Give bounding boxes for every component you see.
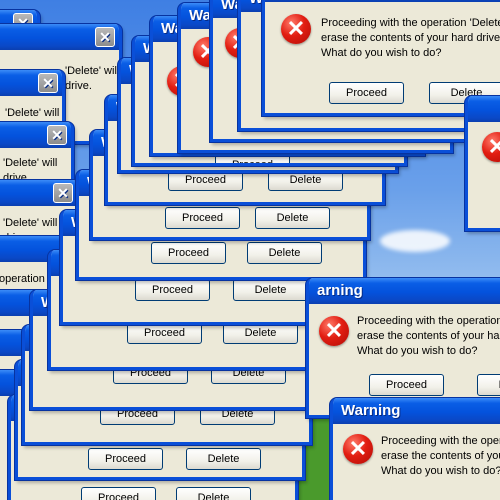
message-line: 'Delete' will bbox=[3, 157, 58, 169]
delete-button[interactable]: Delete bbox=[186, 448, 261, 470]
delete-button[interactable]: Delete bbox=[233, 279, 308, 301]
message-line: drive. bbox=[65, 80, 92, 92]
message-line: erase the contents of your hard d bbox=[357, 330, 500, 342]
title-bar[interactable] bbox=[468, 96, 500, 122]
close-button[interactable]: ✕ bbox=[53, 183, 73, 203]
title-bar[interactable]: ✕ bbox=[0, 122, 71, 148]
title-bar[interactable]: ✕ bbox=[0, 24, 119, 50]
proceed-button[interactable]: Proceed bbox=[127, 322, 202, 344]
error-icon: ✕ bbox=[281, 14, 311, 44]
message-line: 'Delete' will bbox=[3, 217, 58, 229]
delete-button[interactable]: Delete bbox=[255, 207, 330, 229]
window-title: arning bbox=[317, 282, 363, 299]
title-bar[interactable]: ✕ bbox=[0, 70, 62, 96]
window-title: Warning bbox=[341, 402, 401, 419]
title-bar[interactable]: ✕ bbox=[0, 180, 77, 206]
close-button[interactable]: ✕ bbox=[38, 73, 58, 93]
delete-button[interactable]: Delete bbox=[223, 322, 298, 344]
desktop-wallpaper: W✕ ✕ ✕ 'Delete' willdrive. ✕ 'Delete' wi… bbox=[0, 0, 500, 500]
error-icon: ✕ bbox=[319, 316, 349, 346]
error-icon: ✕ bbox=[482, 132, 500, 162]
message-line: erase the contents of your hard drive. bbox=[321, 32, 500, 44]
proceed-button[interactable]: Proceed bbox=[135, 279, 210, 301]
message-line: 'Delete' will bbox=[5, 107, 60, 119]
proceed-button[interactable]: Proceed bbox=[165, 207, 240, 229]
delete-button[interactable]: Delete bbox=[477, 374, 500, 396]
title-bar[interactable]: arning bbox=[309, 278, 500, 304]
message-line: What do you wish to do? bbox=[357, 345, 478, 357]
close-button[interactable]: ✕ bbox=[47, 125, 67, 145]
message-line: What do you wish to do? bbox=[321, 47, 442, 59]
proceed-button[interactable]: Proceed bbox=[329, 82, 404, 104]
message-line: What do you wish to do? bbox=[381, 465, 500, 477]
warning-window: Warning ✕ Proceeding with the operation … bbox=[330, 398, 500, 500]
warning-window: Warning ✕ Proceeding with the operation … bbox=[262, 0, 500, 116]
title-bar[interactable]: Warning bbox=[333, 398, 500, 424]
warning-window: arning ✕ Proceeding with the operation '… bbox=[306, 278, 500, 418]
message-line: Proceeding with the operation 'Delete' w… bbox=[357, 315, 500, 327]
delete-button[interactable]: Delete bbox=[176, 487, 251, 500]
message-line: Proceeding with the operation 'Delete' w… bbox=[381, 435, 500, 447]
proceed-button[interactable]: Proceed bbox=[151, 242, 226, 264]
proceed-button[interactable]: Proceed bbox=[88, 448, 163, 470]
warning-window: ✕ bbox=[465, 96, 500, 231]
delete-button[interactable]: Delete bbox=[247, 242, 322, 264]
proceed-button[interactable]: Proceed bbox=[81, 487, 156, 500]
proceed-button[interactable]: Proceed bbox=[369, 374, 444, 396]
cloud bbox=[380, 230, 450, 252]
message-line: erase the contents of your hard drive. bbox=[381, 450, 500, 462]
message-line: Proceeding with the operation 'Delete' w… bbox=[321, 17, 500, 29]
close-button[interactable]: ✕ bbox=[95, 27, 115, 47]
error-icon: ✕ bbox=[343, 434, 373, 464]
message-line: 'Delete' will bbox=[65, 65, 120, 77]
